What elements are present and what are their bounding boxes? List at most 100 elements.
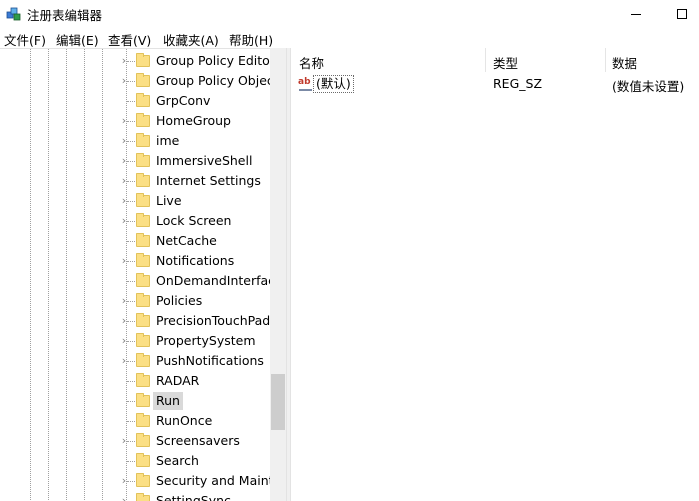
expand-arrow-icon[interactable]: › <box>118 214 130 228</box>
expand-arrow-icon[interactable]: › <box>118 334 130 348</box>
expand-arrow-icon[interactable]: › <box>118 434 130 448</box>
tree-item[interactable]: › HomeGroup <box>118 111 270 131</box>
tree-item-label: Group Policy Objects <box>156 73 286 88</box>
tree-item[interactable]: › PropertySystem <box>118 331 270 351</box>
tree-item[interactable]: › Group Policy Objects <box>118 71 285 91</box>
folder-icon <box>136 253 150 267</box>
tree-item[interactable]: › ImmersiveShell <box>118 151 270 171</box>
tree-item-label: PropertySystem <box>156 333 256 348</box>
folder-icon <box>136 293 150 307</box>
folder-icon <box>136 313 150 327</box>
scrollbar-thumb[interactable] <box>271 374 285 430</box>
values-pane[interactable]: 名称 类型 数据 ab (默认) REG_SZ (数值未设置) <box>291 48 699 501</box>
key-tree-pane[interactable]: › Group Policy Editor › Group Policy Object… <box>0 48 286 501</box>
tree-item[interactable]: › Internet Settings <box>118 171 270 191</box>
tree-item[interactable]: › Live <box>118 191 270 211</box>
tree-item-label: OnDemandInterfaceCache <box>156 273 286 288</box>
expand-arrow-icon[interactable]: › <box>118 174 130 188</box>
column-separator[interactable] <box>605 48 606 72</box>
tree-item[interactable]: › Group Policy Editor <box>118 51 275 71</box>
menu-edit[interactable]: 编辑(E) <box>56 30 99 49</box>
tree-guide-line <box>102 49 103 501</box>
tree-item[interactable]: › Policies <box>118 291 270 311</box>
expand-arrow-icon[interactable]: › <box>118 314 130 328</box>
tree-item-label: Security and Maintenance <box>156 473 286 488</box>
folder-icon <box>136 333 150 347</box>
tree-item[interactable]: › Notifications <box>118 251 270 271</box>
expand-arrow-icon[interactable]: › <box>118 134 130 148</box>
menu-favorites[interactable]: 收藏夹(A) <box>163 30 219 49</box>
menu-view[interactable]: 查看(V) <box>108 30 151 49</box>
expand-arrow-icon[interactable]: › <box>118 354 130 368</box>
tree-item[interactable]: Search <box>118 451 270 471</box>
column-name-header[interactable]: 名称 <box>299 53 324 72</box>
tree-item-label: Notifications <box>156 253 235 268</box>
tree-item[interactable]: › Screensavers <box>118 431 270 451</box>
tree-item[interactable]: › PrecisionTouchPad <box>118 311 270 331</box>
expand-arrow-icon[interactable]: › <box>118 254 130 268</box>
tree-item[interactable]: › ime <box>118 131 270 151</box>
tree-guide-line <box>66 49 67 501</box>
string-value-icon: ab <box>298 77 314 91</box>
column-separator[interactable] <box>485 48 486 72</box>
tree-item[interactable]: › PushNotifications <box>118 351 270 371</box>
folder-icon <box>136 153 150 167</box>
tree-item-label: Internet Settings <box>156 173 261 188</box>
column-type-header[interactable]: 类型 <box>493 53 518 72</box>
value-name[interactable]: (默认) <box>313 75 354 93</box>
folder-icon <box>136 373 150 387</box>
tree-item[interactable]: RunOnce <box>118 411 270 431</box>
expand-arrow-icon[interactable]: › <box>118 494 130 501</box>
expand-arrow-icon[interactable]: › <box>118 154 130 168</box>
tree-item[interactable]: RADAR <box>118 371 270 391</box>
menu-file[interactable]: 文件(F) <box>4 30 46 49</box>
registry-editor-icon <box>6 7 21 21</box>
expand-arrow-icon[interactable]: › <box>118 114 130 128</box>
tree-item[interactable]: › SettingSync <box>118 491 270 501</box>
tree-item-label: ime <box>156 133 180 148</box>
tree-item-label: ImmersiveShell <box>156 153 253 168</box>
tree-item-label: HomeGroup <box>156 113 231 128</box>
tree-connector-line <box>127 421 135 422</box>
tree-item-label: PushNotifications <box>156 353 264 368</box>
menu-help[interactable]: 帮助(H) <box>229 30 273 49</box>
expand-arrow-icon[interactable]: › <box>118 194 130 208</box>
tree-item-label: Group Policy Editor <box>156 53 275 68</box>
minimize-icon <box>631 13 641 15</box>
tree-item[interactable]: › Lock Screen <box>118 211 270 231</box>
folder-icon <box>136 233 150 247</box>
folder-icon <box>136 433 150 447</box>
folder-icon <box>136 73 150 87</box>
tree-item[interactable]: OnDemandInterfaceCache <box>118 271 286 291</box>
expand-arrow-icon[interactable]: › <box>118 74 130 88</box>
tree-connector-line <box>127 281 135 282</box>
menu-bar: 文件(F) 编辑(E) 查看(V) 收藏夹(A) 帮助(H) <box>0 28 699 48</box>
tree-connector-line <box>127 241 135 242</box>
value-type: REG_SZ <box>493 76 543 91</box>
tree-item[interactable]: NetCache <box>118 231 270 251</box>
value-row[interactable]: ab (默认) REG_SZ (数值未设置) <box>291 74 699 94</box>
minimize-button[interactable] <box>613 0 659 28</box>
folder-icon <box>136 273 150 287</box>
expand-arrow-icon[interactable]: › <box>118 474 130 488</box>
expand-arrow-icon[interactable]: › <box>118 54 130 68</box>
tree-item[interactable]: GrpConv <box>118 91 270 111</box>
tree-item[interactable]: › Security and Maintenance <box>118 471 286 491</box>
expand-arrow-icon[interactable]: › <box>118 294 130 308</box>
tree-item-label: SettingSync <box>156 493 231 501</box>
folder-icon <box>136 453 150 467</box>
tree-item-label: NetCache <box>156 233 217 248</box>
tree-item-label: PrecisionTouchPad <box>156 313 271 328</box>
tree-guide-line <box>48 49 49 501</box>
column-data-header[interactable]: 数据 <box>612 53 637 72</box>
tree-guide-line <box>84 49 85 501</box>
maximize-button[interactable] <box>659 0 699 28</box>
tree-scrollbar[interactable] <box>270 48 286 501</box>
folder-icon <box>136 53 150 67</box>
tree-item[interactable]: Run <box>118 391 270 411</box>
tree-item-label: Live <box>156 193 182 208</box>
tree-item-label: GrpConv <box>156 93 211 108</box>
folder-icon <box>136 493 150 501</box>
folder-icon <box>136 133 150 147</box>
maximize-icon <box>677 9 687 19</box>
